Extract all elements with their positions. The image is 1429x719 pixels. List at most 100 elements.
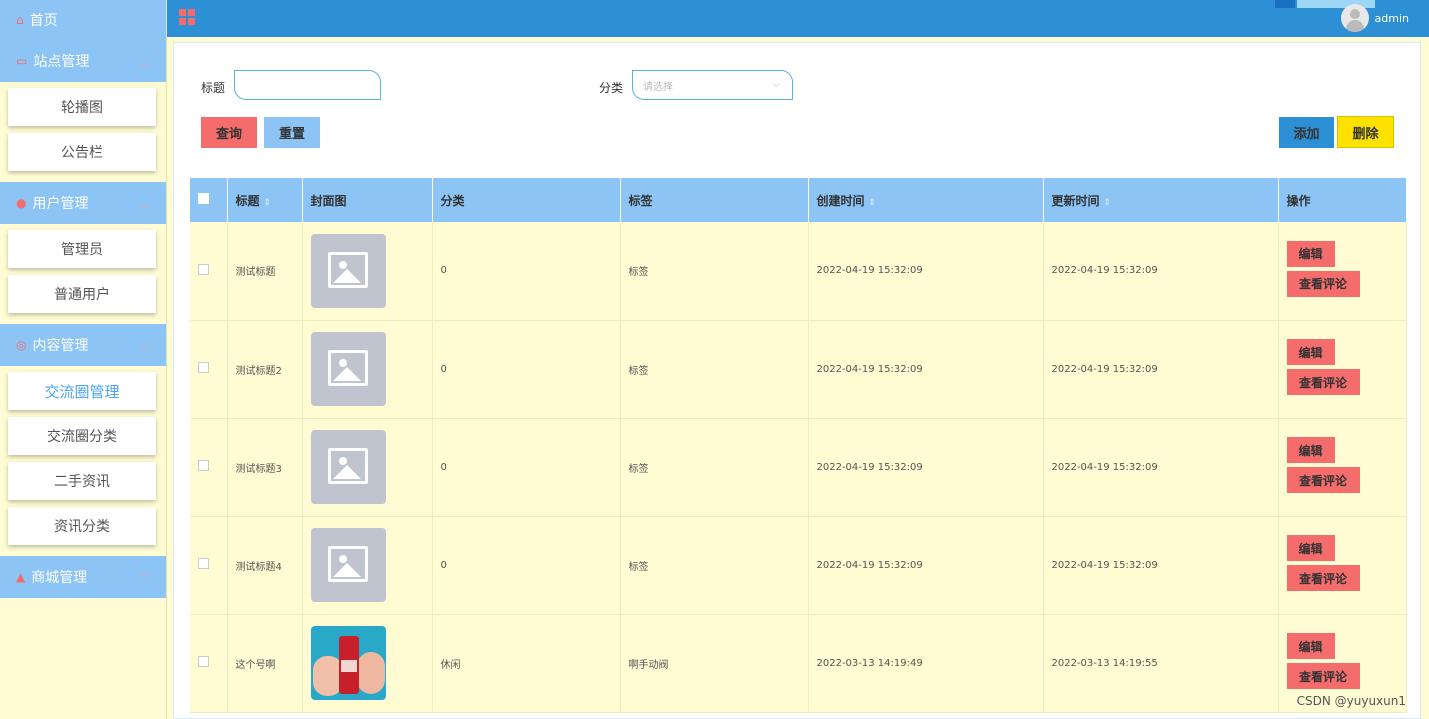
edit-button[interactable]: 编辑 bbox=[1286, 240, 1335, 267]
title-search-input[interactable] bbox=[234, 70, 381, 100]
submenu-users: 管理员 普通用户 bbox=[0, 224, 166, 324]
user-menu[interactable]: admin bbox=[1340, 4, 1409, 32]
column-header-updated[interactable]: 更新时间 ⇕ bbox=[1043, 178, 1279, 222]
sidebar-item-news-category[interactable]: 资讯分类 bbox=[8, 507, 156, 545]
delete-button[interactable]: 删除 bbox=[1337, 116, 1394, 148]
row-select-cell bbox=[190, 320, 228, 419]
sidebar-item-notice[interactable]: 公告栏 bbox=[8, 133, 156, 171]
view-comments-button[interactable]: 查看评论 bbox=[1286, 270, 1360, 297]
cell-ops: 编辑 查看评论 bbox=[1278, 320, 1407, 419]
user-icon: ● bbox=[16, 196, 27, 210]
menu-group-label: 内容管理 bbox=[32, 338, 89, 354]
cell-created: 2022-03-13 14:19:49 bbox=[808, 614, 1044, 713]
cell-created: 2022-04-19 15:32:09 bbox=[808, 222, 1044, 321]
row-checkbox[interactable] bbox=[198, 362, 209, 373]
cell-cover bbox=[302, 614, 433, 713]
row-select-cell bbox=[190, 516, 228, 615]
cell-updated: 2022-04-19 15:32:09 bbox=[1043, 320, 1279, 419]
table-row: 测试标题3 0 标签 2022-04-19 15:32:09 2022-04-19 15… bbox=[190, 418, 1407, 517]
cell-category: 0 bbox=[432, 320, 621, 419]
cell-title: 测试标题4 bbox=[227, 516, 303, 615]
cell-category: 0 bbox=[432, 516, 621, 615]
cell-cover bbox=[302, 418, 433, 517]
menu-group-site[interactable]: ▭ 站点管理 ︿ bbox=[0, 40, 166, 82]
cell-tag: 标签 bbox=[620, 418, 809, 517]
cell-ops: 编辑 查看评论 bbox=[1278, 418, 1407, 517]
image-placeholder-icon[interactable] bbox=[310, 233, 386, 308]
menu-group-users[interactable]: ● 用户管理 ︿ bbox=[0, 182, 166, 224]
cell-updated: 2022-04-19 15:32:09 bbox=[1043, 516, 1279, 615]
cell-ops: 编辑 查看评论 bbox=[1278, 222, 1407, 321]
column-header-ops: 操作 bbox=[1278, 178, 1407, 222]
cell-updated: 2022-04-19 15:32:09 bbox=[1043, 418, 1279, 517]
menu-grid-icon[interactable] bbox=[179, 9, 195, 25]
camera-icon: ◎ bbox=[16, 338, 27, 352]
view-comments-button[interactable]: 查看评论 bbox=[1286, 467, 1360, 493]
cell-tag: 啊手动阀 bbox=[620, 614, 809, 713]
sidebar: ⌂ 首页 ▭ 站点管理 ︿ 轮播图 公告栏 ● 用户管理 ︿ 管理员 普通用户 … bbox=[0, 0, 167, 719]
sidebar-item-circle-manage[interactable]: 交流圈管理 bbox=[8, 372, 156, 410]
sidebar-item-circle-category[interactable]: 交流圈分类 bbox=[8, 417, 156, 455]
cell-created: 2022-04-19 15:32:09 bbox=[808, 320, 1044, 419]
row-select-cell bbox=[190, 222, 228, 321]
chevron-up-icon: ︿ bbox=[140, 342, 150, 353]
menu-group-label: 用户管理 bbox=[32, 196, 89, 212]
edit-button[interactable]: 编辑 bbox=[1286, 535, 1335, 561]
cell-title: 这个号啊 bbox=[227, 614, 303, 713]
sort-icon[interactable]: ⇕ bbox=[264, 198, 272, 208]
add-button[interactable]: 添加 bbox=[1279, 117, 1334, 148]
row-checkbox[interactable] bbox=[198, 263, 209, 275]
top-bar: admin bbox=[167, 0, 1429, 37]
cell-created: 2022-04-19 15:32:09 bbox=[808, 418, 1044, 517]
table-row: 测试标题2 0 标签 2022-04-19 15:32:09 2022-04-19 15… bbox=[190, 320, 1407, 419]
sidebar-item-normal-users[interactable]: 普通用户 bbox=[8, 275, 156, 313]
image-placeholder-icon[interactable] bbox=[310, 332, 386, 406]
cell-title: 测试标题 bbox=[227, 222, 303, 321]
avatar bbox=[1340, 4, 1369, 32]
sidebar-item-secondhand-news[interactable]: 二手资讯 bbox=[8, 462, 156, 500]
image-placeholder-icon[interactable] bbox=[310, 528, 386, 602]
menu-group-mall[interactable]: ▲ 商城管理 ﹀ bbox=[0, 556, 166, 598]
cell-category: 休闲 bbox=[432, 614, 621, 713]
select-all-cell bbox=[190, 178, 228, 222]
view-comments-button[interactable]: 查看评论 bbox=[1286, 369, 1360, 395]
chevron-down-icon: ﹀ bbox=[140, 574, 150, 585]
cell-title: 测试标题2 bbox=[227, 320, 303, 419]
edit-button[interactable]: 编辑 bbox=[1286, 339, 1335, 365]
username: admin bbox=[1374, 11, 1409, 25]
cell-updated: 2022-03-13 14:19:55 bbox=[1043, 614, 1279, 713]
category-select[interactable]: 请选择 ⌵ bbox=[632, 70, 793, 100]
view-comments-button[interactable]: 查看评论 bbox=[1286, 663, 1360, 689]
edit-button[interactable]: 编辑 bbox=[1286, 437, 1335, 463]
table-row: 测试标题4 0 标签 2022-04-19 15:32:09 2022-04-19 15… bbox=[190, 516, 1407, 615]
image-placeholder-icon[interactable] bbox=[310, 430, 386, 504]
row-checkbox[interactable] bbox=[198, 656, 209, 667]
view-comments-button[interactable]: 查看评论 bbox=[1286, 565, 1360, 591]
chevron-down-icon: ⌵ bbox=[772, 79, 780, 90]
sort-icon[interactable]: ⇕ bbox=[869, 198, 877, 208]
cell-category: 0 bbox=[432, 418, 621, 517]
sort-icon[interactable]: ⇕ bbox=[1104, 198, 1112, 208]
sidebar-item-home[interactable]: ⌂ 首页 bbox=[0, 0, 166, 40]
table-row: 测试标题 0 标签 2022-04-19 15:32:09 2022-04-19 15:… bbox=[190, 222, 1407, 321]
cover-image[interactable] bbox=[310, 626, 386, 700]
column-header-cover: 封面图 bbox=[302, 178, 433, 222]
column-header-title[interactable]: 标题 ⇕ bbox=[227, 178, 303, 222]
menu-group-label: 站点管理 bbox=[33, 54, 90, 70]
sidebar-item-label: 首页 bbox=[29, 13, 58, 29]
cell-tag: 标签 bbox=[620, 222, 809, 321]
sidebar-item-admins[interactable]: 管理员 bbox=[8, 230, 156, 268]
home-icon: ⌂ bbox=[16, 13, 24, 27]
column-header-tag: 标签 bbox=[620, 178, 809, 222]
sidebar-item-carousel[interactable]: 轮播图 bbox=[8, 88, 156, 126]
menu-group-content[interactable]: ◎ 内容管理 ︿ bbox=[0, 324, 166, 366]
row-checkbox[interactable] bbox=[198, 460, 209, 471]
column-header-created[interactable]: 创建时间 ⇕ bbox=[808, 178, 1044, 222]
query-button[interactable]: 查询 bbox=[201, 117, 257, 148]
cell-tag: 标签 bbox=[620, 320, 809, 419]
row-checkbox[interactable] bbox=[198, 558, 209, 569]
reset-button[interactable]: 重置 bbox=[264, 117, 320, 148]
cell-created: 2022-04-19 15:32:09 bbox=[808, 516, 1044, 615]
edit-button[interactable]: 编辑 bbox=[1286, 633, 1335, 659]
select-all-checkbox[interactable] bbox=[198, 193, 209, 204]
